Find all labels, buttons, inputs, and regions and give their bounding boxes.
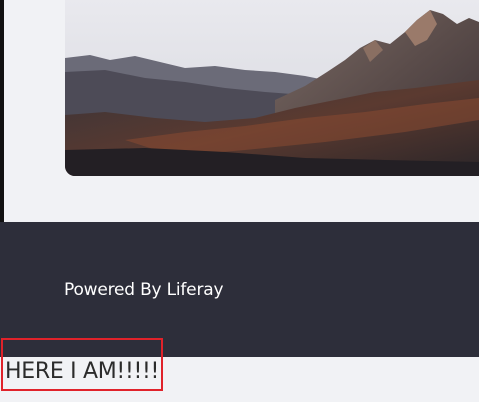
mountain-landscape-image: [65, 0, 479, 176]
page-edge: [0, 0, 4, 223]
page: Powered By Liferay HERE I AM!!!!!: [0, 0, 479, 402]
custom-text: HERE I AM!!!!!: [5, 359, 160, 384]
powered-by-link[interactable]: Powered By Liferay: [64, 280, 224, 300]
hero-image: [65, 0, 479, 176]
